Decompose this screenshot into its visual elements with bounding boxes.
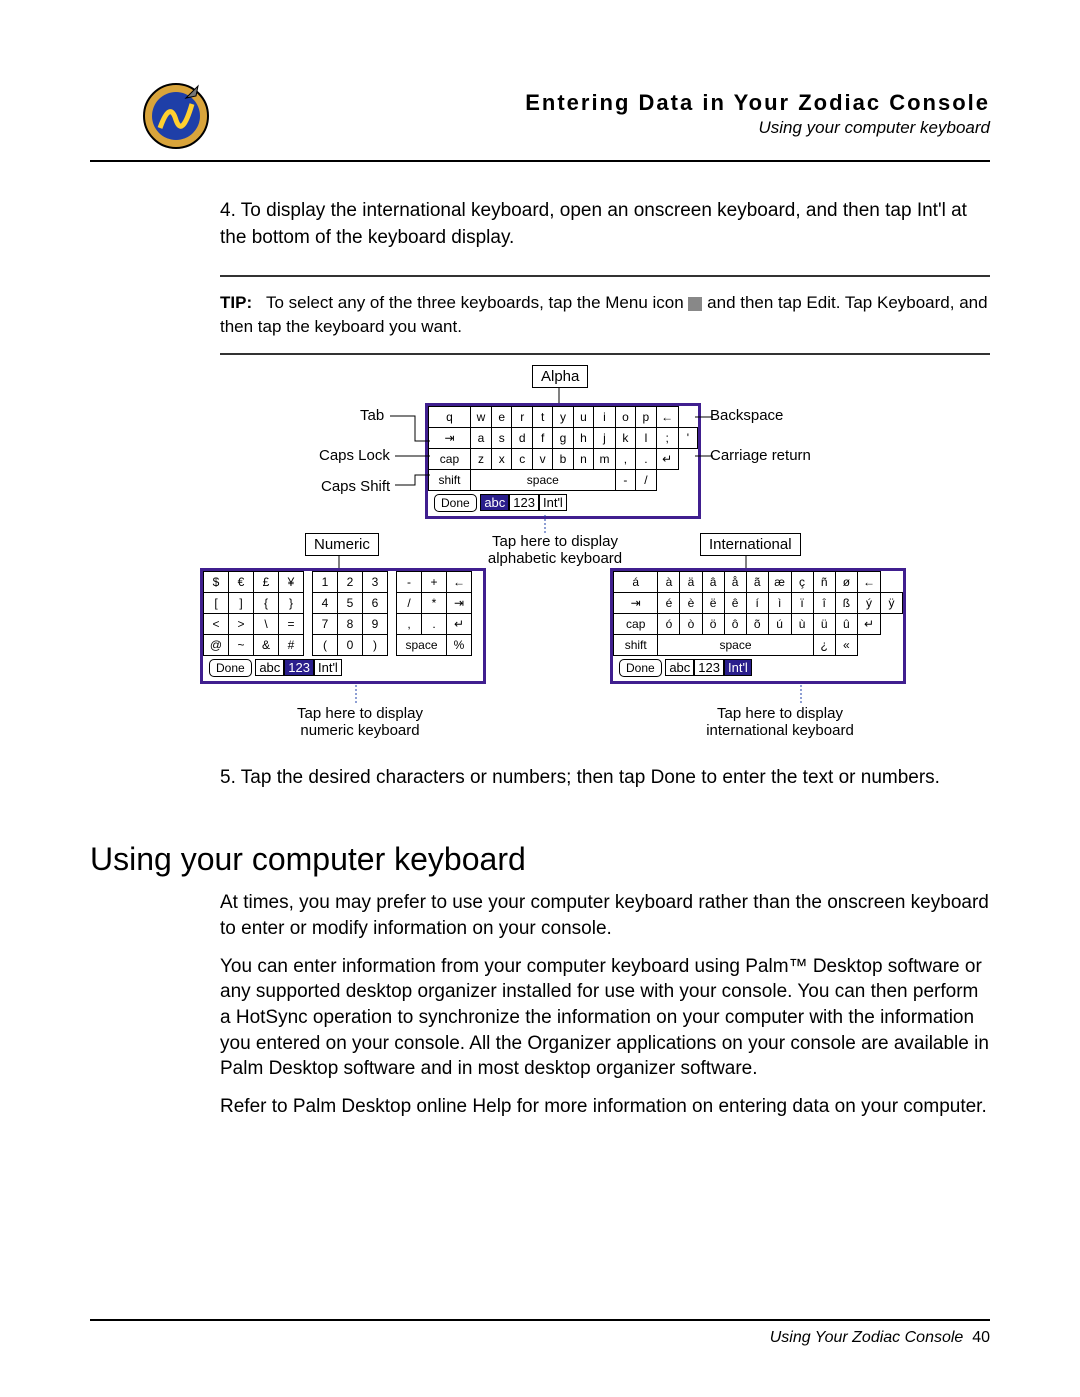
header-subtitle: Using your computer keyboard (758, 118, 990, 138)
tip-label: TIP: (220, 293, 252, 312)
footer-page: 40 (972, 1329, 990, 1346)
ann-capslock: Caps Lock (319, 447, 390, 464)
footer: Using Your Zodiac Console 40 (90, 1319, 990, 1347)
menu-icon (688, 297, 702, 311)
footer-text: Using Your Zodiac Console (770, 1329, 964, 1346)
intl-keyboard: áàäâåãæçñø←⇥éèëêíìïîßýÿcapóòöôõúùüû↵shif… (610, 568, 906, 684)
step-4: 4. To display the international keyboard… (220, 198, 990, 251)
alpha-label-box: Alpha (532, 365, 588, 388)
para-3: Refer to Palm Desktop online Help for mo… (220, 1094, 990, 1120)
ann-tap-intl: Tap here to display international keyboa… (680, 705, 880, 739)
para-2: You can enter information from your comp… (220, 954, 990, 1082)
step-5-text: Tap the desired characters or numbers; t… (241, 767, 940, 788)
tip-box: TIP: To select any of the three keyboard… (220, 275, 990, 355)
keyboard-diagram: Alpha qwertyuiop←⇥asdfghjkl;'capzxcvbnm,… (220, 365, 990, 765)
ann-backspace: Backspace (710, 407, 783, 424)
page-header: Entering Data in Your Zodiac Console Usi… (90, 80, 990, 162)
step-5: 5. Tap the desired characters or numbers… (220, 765, 990, 792)
numeric-keyboard: $€£¥123-+←[]{}456/*⇥<>\=789,.↵@~&#(0)spa… (200, 568, 486, 684)
alpha-keyboard: qwertyuiop←⇥asdfghjkl;'capzxcvbnm,.↵shif… (425, 403, 701, 519)
header-title: Entering Data in Your Zodiac Console (525, 90, 990, 116)
ann-tap-numeric: Tap here to display numeric keyboard (280, 705, 440, 739)
intl-label-box: International (700, 533, 801, 556)
zodiac-logo-icon (140, 80, 212, 157)
para-1: At times, you may prefer to use your com… (220, 890, 990, 941)
ann-tab: Tab (360, 407, 384, 424)
step-4-text: To display the international keyboard, o… (220, 200, 967, 248)
step-4-num: 4. (220, 200, 236, 221)
numeric-label-box: Numeric (305, 533, 379, 556)
ann-tap-alpha: Tap here to display alphabetic keyboard (480, 533, 630, 567)
section-title: Using your computer keyboard (90, 841, 990, 878)
ann-capsshift: Caps Shift (321, 478, 390, 495)
tip-text-1: To select any of the three keyboards, ta… (266, 293, 684, 312)
ann-carriage: Carriage return (710, 447, 811, 464)
step-5-num: 5. (220, 767, 236, 788)
